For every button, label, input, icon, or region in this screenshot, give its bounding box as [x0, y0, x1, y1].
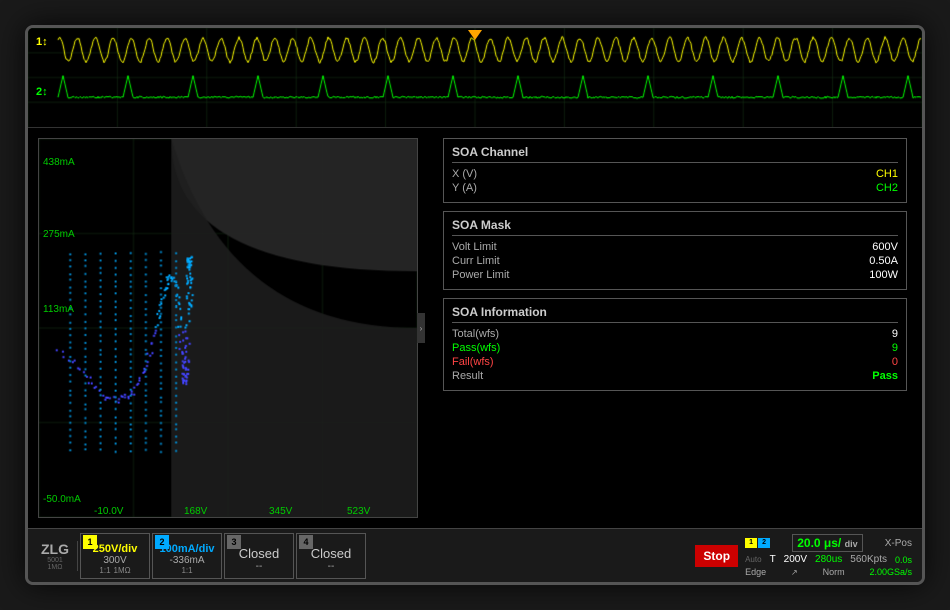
ch2-ratio: 1:1 [181, 566, 192, 575]
expand-handle[interactable]: › [417, 313, 425, 343]
total-value: 9 [892, 328, 898, 340]
soa-info-section: SOA Information Total(wfs) 9 Pass(wfs) 9… [443, 298, 907, 391]
ch2-number: 2 [155, 535, 169, 549]
logo-area: ZLG 50011MΩ [33, 541, 78, 571]
trigger-indicator [468, 30, 482, 40]
edge-row: Edge ↗ Norm 2.00GSa/s [745, 567, 912, 577]
time-position-value: 280us [815, 554, 842, 565]
soa-channel-x-row: X (V) CH1 [452, 168, 898, 180]
ch2-sub-info: 1:1 [181, 566, 192, 575]
ch1-number: 1 [83, 535, 97, 549]
y-axis-label-4: -50.0mA [43, 494, 81, 505]
ch1-sub-value: 300V [103, 555, 126, 566]
y-value: CH2 [876, 182, 898, 194]
auto-row: Auto T 200V 280us 560Kpts 0.0s [745, 554, 912, 565]
time-div-unit: div [845, 539, 858, 549]
power-limit-label: Power Limit [452, 269, 509, 281]
y-axis-label-2: 275mA [43, 229, 75, 240]
edge-label: Edge [745, 567, 766, 577]
ch2-block[interactable]: 2 100mA/div -336mA 1:1 [152, 533, 222, 579]
ch2-sub-value: -336mA [169, 555, 204, 566]
pass-row: Pass(wfs) 9 [452, 342, 898, 354]
volt-limit-label: Volt Limit [452, 241, 497, 253]
ch2-indicator: 2 [758, 538, 770, 548]
ch1-indicator: 1 [745, 538, 757, 548]
soa-info-title: SOA Information [452, 305, 898, 323]
main-display: 438mA 275mA 113mA -50.0mA -10.0V 168V 34… [28, 128, 922, 528]
ch3-closed-label: Closed [239, 546, 279, 561]
x-value: CH1 [876, 168, 898, 180]
t-value: 200V [784, 554, 807, 565]
time-div-display: 20.0 μs/ div [792, 534, 862, 552]
ch1-impedance: 1MΩ [114, 566, 131, 575]
curr-limit-row: Curr Limit 0.50A [452, 255, 898, 267]
power-limit-value: 100W [869, 269, 898, 281]
top-waveform-area: 1↕ 2↕ [28, 28, 922, 128]
y-axis-label-3: 113mA [43, 304, 74, 315]
trigger-icon: ↗ [791, 568, 798, 577]
curr-limit-label: Curr Limit [452, 255, 500, 267]
result-label: Result [452, 370, 483, 382]
soa-mask-title: SOA Mask [452, 218, 898, 236]
auto-label: Auto [745, 555, 761, 564]
ch4-closed-label: Closed [311, 546, 351, 561]
power-limit-row: Power Limit 100W [452, 269, 898, 281]
pass-label: Pass(wfs) [452, 342, 500, 354]
ch1-main-value: 250V/div [93, 543, 138, 555]
x-axis-label-3: 345V [269, 506, 292, 517]
volt-limit-row: Volt Limit 600V [452, 241, 898, 253]
status-bar: ZLG 50011MΩ 1 250V/div 300V 1:1 1MΩ 2 10… [28, 528, 922, 582]
xpos-label: X-Pos [885, 538, 912, 549]
waveform-canvas [28, 28, 922, 127]
ch1-ratio: 1:1 [99, 566, 110, 575]
ch4-block[interactable]: 4 Closed -- [296, 533, 366, 579]
result-value: Pass [872, 370, 898, 382]
soa-plot: 438mA 275mA 113mA -50.0mA -10.0V 168V 34… [38, 138, 418, 518]
ch3-sub-value: -- [256, 561, 263, 572]
soa-channel-y-row: Y (A) CH2 [452, 182, 898, 194]
x-axis-label-1: -10.0V [94, 506, 123, 517]
ch1-overview-label: 1↕ [36, 36, 48, 48]
ch1-sub-info: 1:1 1MΩ [99, 566, 130, 575]
norm-label: Norm [823, 567, 845, 577]
x-label: X (V) [452, 168, 477, 180]
ch2-overview-label: 2↕ [36, 86, 48, 98]
right-panel: 1 2 20.0 μs/ div X-Pos Auto T 200V 280us… [740, 532, 917, 579]
oscilloscope-display: 1↕ 2↕ 438mA 275mA 113mA -50.0mA -10.0V 1… [25, 25, 925, 585]
time-div-value: 20.0 μs/ [797, 536, 841, 550]
pass-value: 9 [892, 342, 898, 354]
soa-mask-section: SOA Mask Volt Limit 600V Curr Limit 0.50… [443, 211, 907, 290]
logo-text: ZLG [41, 541, 69, 557]
soa-channel-title: SOA Channel [452, 145, 898, 163]
fail-value: 0 [892, 356, 898, 368]
kpts-value: 560Kpts [850, 554, 887, 565]
total-label: Total(wfs) [452, 328, 499, 340]
result-row: Result Pass [452, 370, 898, 382]
ch4-number: 4 [299, 535, 313, 549]
y-label: Y (A) [452, 182, 477, 194]
volt-limit-value: 600V [872, 241, 898, 253]
ch3-number: 3 [227, 535, 241, 549]
soa-canvas [39, 139, 417, 517]
time-div-row: 1 2 20.0 μs/ div X-Pos [745, 534, 912, 552]
fail-label: Fail(wfs) [452, 356, 494, 368]
fail-row: Fail(wfs) 0 [452, 356, 898, 368]
soa-channel-section: SOA Channel X (V) CH1 Y (A) CH2 [443, 138, 907, 203]
ch3-block[interactable]: 3 Closed -- [224, 533, 294, 579]
xpos-value: 0.0s [895, 555, 912, 565]
curr-limit-value: 0.50A [869, 255, 898, 267]
stop-button[interactable]: Stop [695, 545, 738, 567]
total-row: Total(wfs) 9 [452, 328, 898, 340]
ch1-block[interactable]: 1 250V/div 300V 1:1 1MΩ [80, 533, 150, 579]
ch4-sub-value: -- [328, 561, 335, 572]
info-panel: SOA Channel X (V) CH1 Y (A) CH2 SOA Mask… [428, 128, 922, 528]
sps-value: 2.00GSa/s [869, 567, 912, 577]
t-label: T [770, 554, 776, 565]
x-axis-label-4: 523V [347, 506, 370, 517]
x-axis-label-2: 168V [184, 506, 207, 517]
y-axis-label-1: 438mA [43, 157, 75, 168]
logo-sub: 50011MΩ [47, 557, 63, 571]
ch-indicators: 1 2 [745, 538, 770, 548]
